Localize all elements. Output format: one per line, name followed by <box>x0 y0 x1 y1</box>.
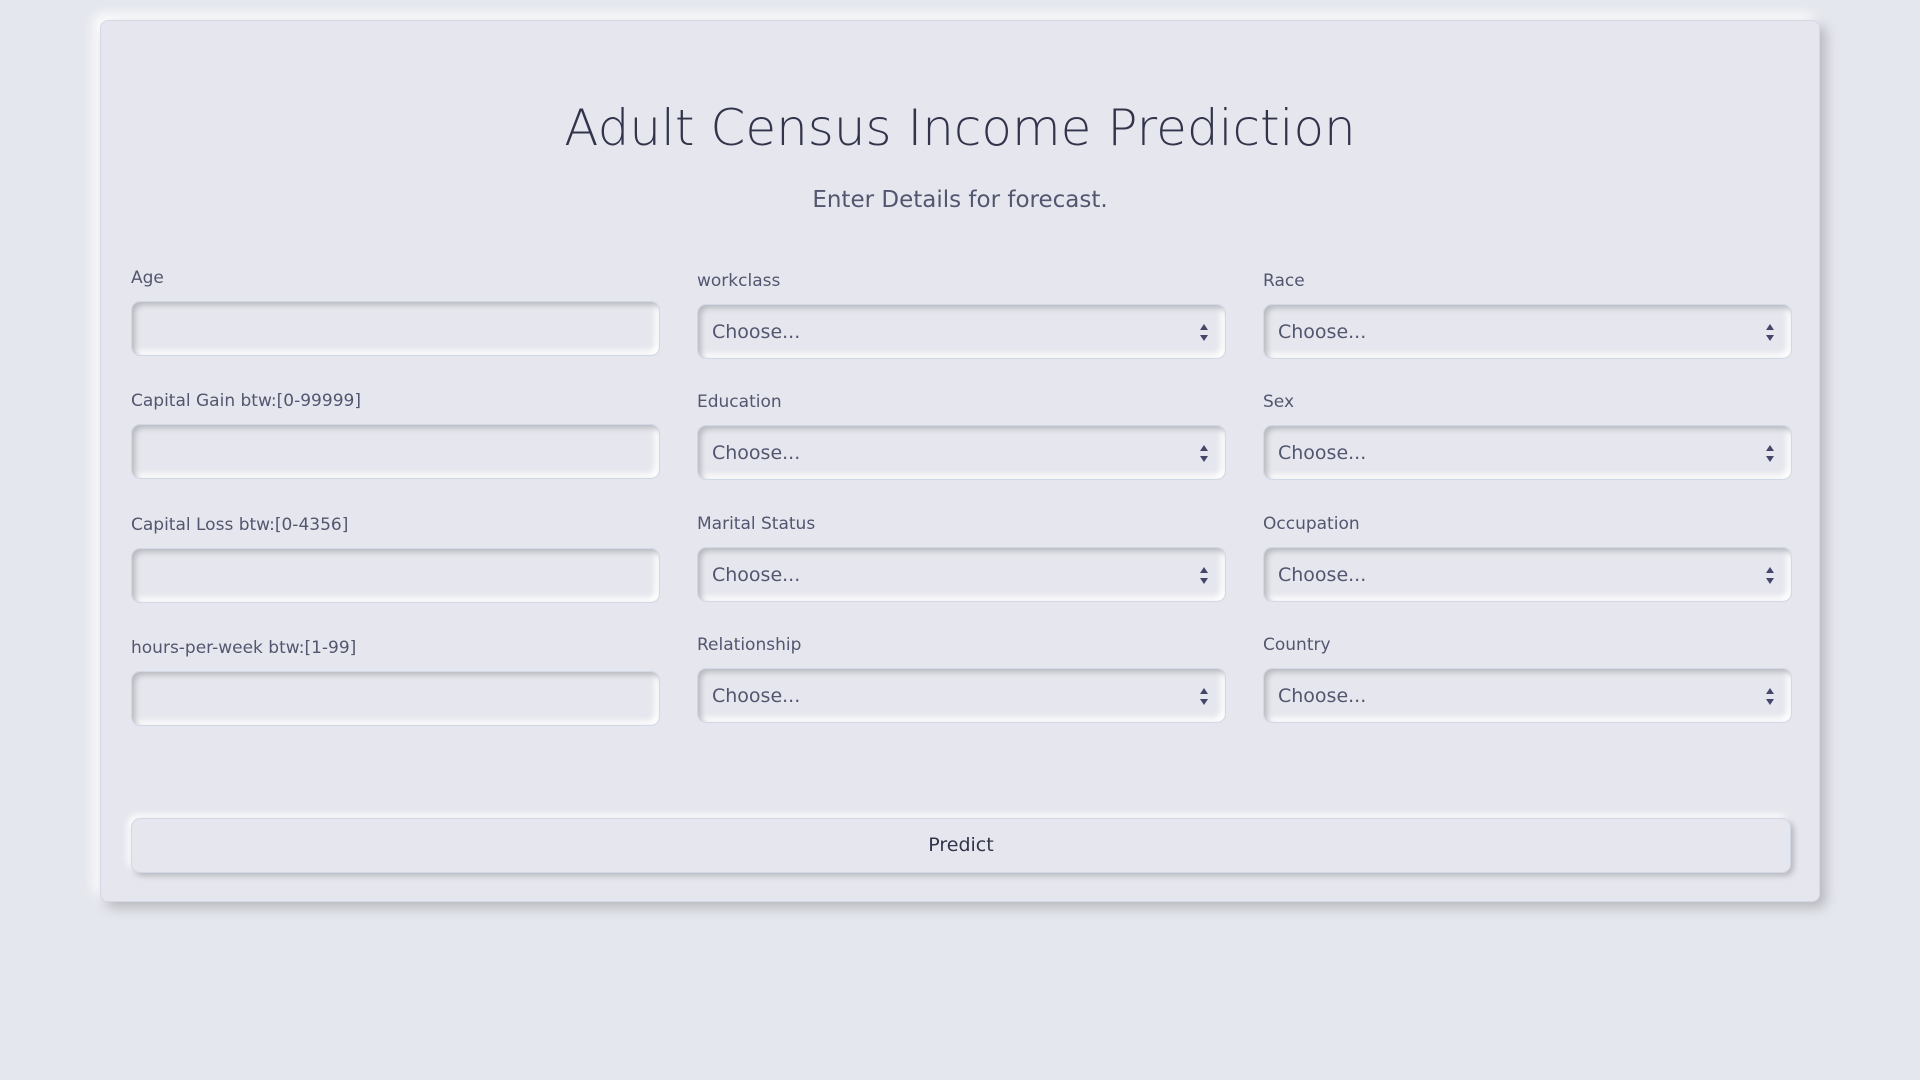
age-field: Age <box>131 265 660 356</box>
education-select[interactable]: Choose... <box>697 425 1226 480</box>
form-card: Adult Census Income Prediction Enter Det… <box>100 20 1820 902</box>
workclass-select[interactable]: Choose... <box>697 304 1226 359</box>
capital-loss-field: Capital Loss btw:[0-4356] <box>131 512 660 603</box>
age-label: Age <box>131 268 164 288</box>
workclass-field: workclass Choose... <box>697 268 1226 359</box>
country-select[interactable]: Choose... <box>1263 668 1792 723</box>
capital-loss-label: Capital Loss btw:[0-4356] <box>131 515 349 535</box>
capital-loss-input-wrapper <box>131 548 660 603</box>
education-selected: Choose... <box>712 442 801 464</box>
chevron-updown-icon <box>1200 688 1208 705</box>
chevron-updown-icon <box>1200 445 1208 462</box>
marital-status-select[interactable]: Choose... <box>697 547 1226 602</box>
capital-gain-input[interactable] <box>132 425 659 478</box>
age-input[interactable] <box>132 302 659 355</box>
chevron-updown-icon <box>1766 688 1774 705</box>
sex-selected: Choose... <box>1278 442 1367 464</box>
occupation-select[interactable]: Choose... <box>1263 547 1792 602</box>
capital-gain-label: Capital Gain btw:[0-99999] <box>131 391 361 411</box>
education-field: Education Choose... <box>697 389 1226 480</box>
workclass-selected: Choose... <box>712 321 801 343</box>
country-label: Country <box>1263 635 1331 655</box>
education-label: Education <box>697 392 782 412</box>
relationship-label: Relationship <box>697 635 802 655</box>
sex-label: Sex <box>1263 392 1295 412</box>
country-field: Country Choose... <box>1263 632 1792 723</box>
hours-per-week-input-wrapper <box>131 671 660 726</box>
predict-button[interactable]: Predict <box>131 818 1791 873</box>
marital-status-selected: Choose... <box>712 564 801 586</box>
workclass-label: workclass <box>697 271 781 291</box>
hours-per-week-input[interactable] <box>132 672 659 725</box>
sex-select[interactable]: Choose... <box>1263 425 1792 480</box>
chevron-updown-icon <box>1200 324 1208 341</box>
relationship-selected: Choose... <box>712 685 801 707</box>
chevron-updown-icon <box>1766 324 1774 341</box>
occupation-selected: Choose... <box>1278 564 1367 586</box>
hours-per-week-field: hours-per-week btw:[1-99] <box>131 635 660 726</box>
race-selected: Choose... <box>1278 321 1367 343</box>
age-input-wrapper <box>131 301 660 356</box>
relationship-field: Relationship Choose... <box>697 632 1226 723</box>
chevron-updown-icon <box>1766 567 1774 584</box>
marital-status-label: Marital Status <box>697 514 816 534</box>
race-label: Race <box>1263 271 1305 291</box>
chevron-updown-icon <box>1766 445 1774 462</box>
page-subtitle: Enter Details for forecast. <box>812 187 1108 213</box>
page-title: Adult Census Income Prediction <box>564 99 1356 157</box>
capital-gain-input-wrapper <box>131 424 660 479</box>
occupation-field: Occupation Choose... <box>1263 511 1792 602</box>
marital-status-field: Marital Status Choose... <box>697 511 1226 602</box>
chevron-updown-icon <box>1200 567 1208 584</box>
relationship-select[interactable]: Choose... <box>697 668 1226 723</box>
race-field: Race Choose... <box>1263 268 1792 359</box>
capital-gain-field: Capital Gain btw:[0-99999] <box>131 388 660 479</box>
race-select[interactable]: Choose... <box>1263 304 1792 359</box>
occupation-label: Occupation <box>1263 514 1360 534</box>
hours-per-week-label: hours-per-week btw:[1-99] <box>131 638 357 658</box>
capital-loss-input[interactable] <box>132 549 659 602</box>
sex-field: Sex Choose... <box>1263 389 1792 480</box>
country-selected: Choose... <box>1278 685 1367 707</box>
